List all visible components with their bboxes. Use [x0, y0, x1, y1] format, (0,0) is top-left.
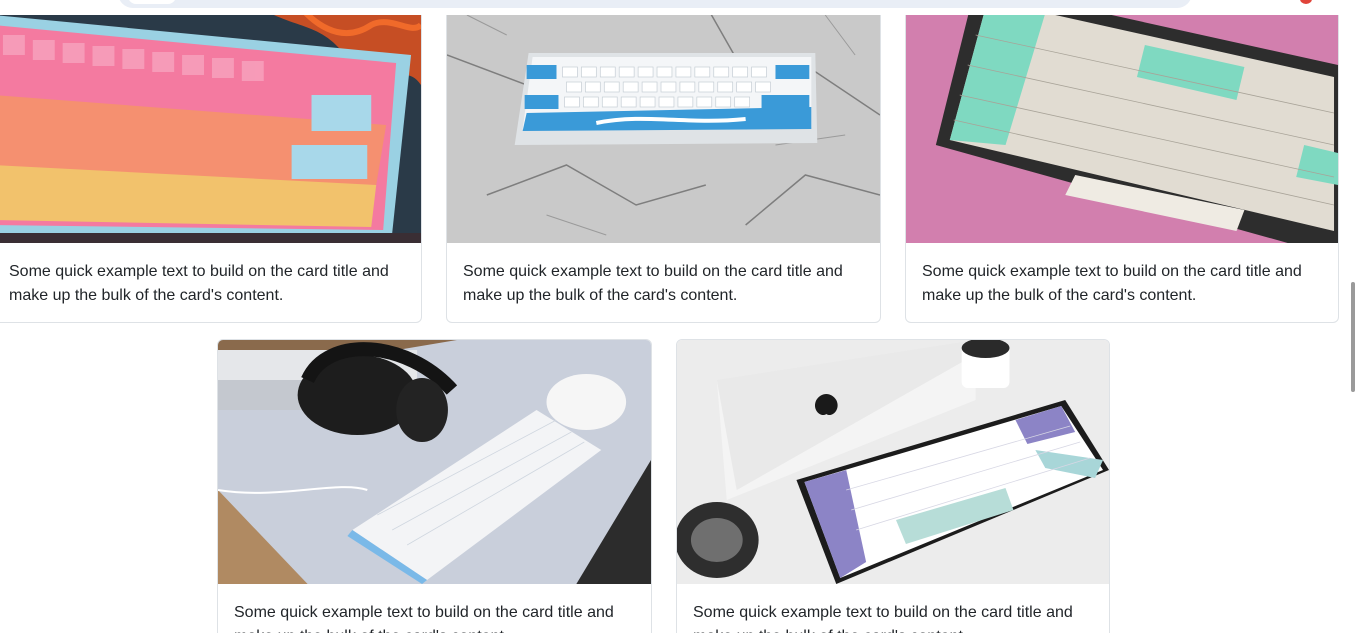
card-text: Some quick example text to build on the …	[693, 604, 1073, 633]
card-text: Some quick example text to build on the …	[463, 263, 843, 304]
card-white-blue-keyboard: Some quick example text to build on the …	[446, 0, 881, 323]
card-image	[218, 340, 651, 584]
address-bar[interactable]	[118, 0, 1192, 8]
address-bar-chip	[128, 0, 176, 4]
card-text: Some quick example text to build on the …	[9, 263, 389, 304]
card-pink-keyboard: Some quick example text to build on the …	[0, 0, 422, 323]
card-image	[906, 0, 1338, 243]
card-purple-keyboard-laptop: Some quick example text to build on the …	[676, 339, 1110, 633]
scrollbar-thumb[interactable]	[1351, 282, 1355, 392]
card-mint-keyboard: Some quick example text to build on the …	[905, 0, 1339, 323]
browser-toolbar-edge	[0, 0, 1356, 15]
card-text: Some quick example text to build on the …	[234, 604, 614, 633]
card-image	[447, 0, 880, 243]
card-image	[0, 0, 421, 243]
card-image	[677, 340, 1109, 584]
profile-avatar[interactable]	[1300, 0, 1312, 4]
card-white-keyboard-headphones: Some quick example text to build on the …	[217, 339, 652, 633]
card-text: Some quick example text to build on the …	[922, 263, 1302, 304]
page-scrollbar[interactable]	[1350, 0, 1356, 633]
